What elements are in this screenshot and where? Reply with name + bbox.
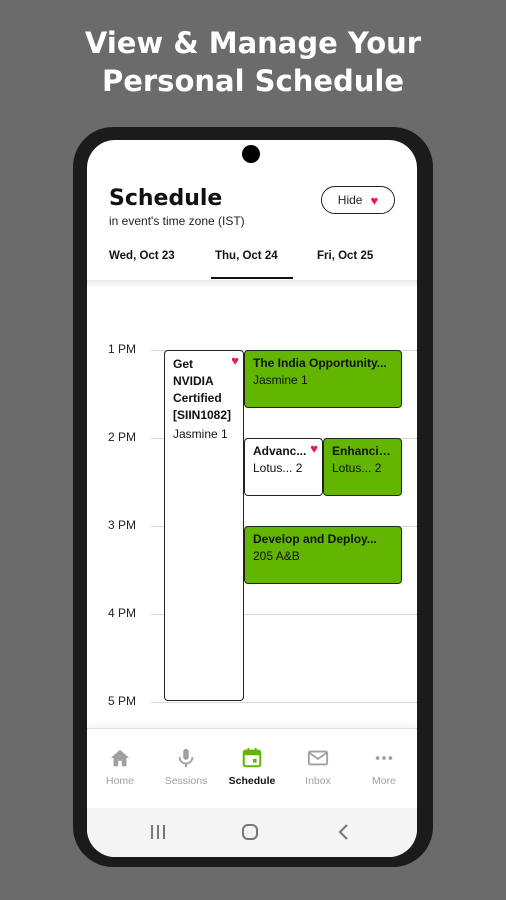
- more-icon: [375, 756, 393, 760]
- event-location: Jasmine 1: [253, 373, 308, 387]
- event-location: Lotus... 2: [253, 461, 303, 475]
- mail-icon: [307, 750, 329, 766]
- event-card[interactable]: Enhancing Lotus... 2: [323, 438, 402, 496]
- bottom-nav: Home Sessions Schedule Inbox More: [87, 728, 417, 809]
- promo-headline: View & Manage Your Personal Schedule: [0, 24, 506, 100]
- event-title: Get NVIDIA Certified [SIIN1082]: [173, 357, 232, 422]
- heart-icon: ♥: [370, 192, 379, 208]
- nav-sessions[interactable]: Sessions: [153, 747, 219, 787]
- microphone-icon: [178, 748, 194, 768]
- hide-button[interactable]: Hide ♥: [321, 186, 395, 214]
- event-location: Jasmine 1: [173, 427, 228, 441]
- nav-home[interactable]: Home: [87, 747, 153, 787]
- event-card[interactable]: Advanc... Lotus... 2 ♥: [244, 438, 323, 496]
- circle-home-icon[interactable]: [241, 823, 259, 841]
- back-icon[interactable]: [337, 823, 351, 841]
- nav-inbox[interactable]: Inbox: [285, 747, 351, 787]
- time-label-2pm: 2 PM: [108, 430, 137, 444]
- time-label-1pm: 1 PM: [108, 342, 137, 356]
- promo-line-1: View & Manage Your: [84, 26, 422, 60]
- recents-icon[interactable]: [149, 824, 167, 840]
- timezone-subtitle: in event's time zone (IST): [109, 214, 245, 228]
- nav-label: More: [372, 775, 396, 787]
- nav-schedule[interactable]: Schedule: [219, 747, 285, 787]
- event-title: Enhancing: [332, 444, 393, 458]
- time-label-5pm: 5 PM: [108, 694, 137, 708]
- hour-line: [151, 702, 417, 703]
- schedule-grid[interactable]: 1 PM 2 PM 3 PM 4 PM 5 PM Get NVIDIA Cert…: [87, 288, 417, 728]
- event-location: Lotus... 2: [332, 461, 382, 475]
- app-screen: Schedule in event's time zone (IST) Hide…: [87, 140, 417, 857]
- nav-label: Sessions: [164, 775, 208, 787]
- time-label-3pm: 3 PM: [108, 518, 137, 532]
- tab-thu-oct-24[interactable]: Thu, Oct 24: [215, 250, 278, 262]
- tabs-divider: [87, 280, 417, 288]
- tab-fri-oct-25[interactable]: Fri, Oct 25: [317, 250, 373, 262]
- event-title: Advanc...: [253, 444, 307, 458]
- event-card[interactable]: The India Opportunity... Jasmine 1: [244, 350, 402, 408]
- event-location: 205 A&B: [253, 549, 300, 563]
- active-tab-indicator: [211, 277, 293, 279]
- event-card[interactable]: Develop and Deploy... 205 A&B: [244, 526, 402, 584]
- tab-wed-oct-23[interactable]: Wed, Oct 23: [109, 250, 175, 262]
- event-card[interactable]: Get NVIDIA Certified [SIIN1082] Jasmine …: [164, 350, 244, 701]
- hide-button-label: Hide: [337, 193, 363, 207]
- system-nav-bar: [87, 808, 417, 857]
- time-label-4pm: 4 PM: [108, 606, 137, 620]
- date-tabs: Wed, Oct 23 Thu, Oct 24 Fri, Oct 25: [87, 240, 417, 278]
- calendar-icon: [242, 747, 262, 768]
- page-title: Schedule: [109, 186, 223, 211]
- camera-cutout: [242, 145, 260, 163]
- nav-label: Schedule: [228, 775, 276, 787]
- promo-line-2: Personal Schedule: [101, 64, 405, 98]
- heart-icon[interactable]: ♥: [231, 354, 239, 367]
- nav-more[interactable]: More: [351, 747, 417, 787]
- event-title: Develop and Deploy...: [253, 532, 377, 546]
- nav-label: Home: [105, 775, 134, 787]
- home-icon: [110, 749, 130, 767]
- nav-label: Inbox: [305, 775, 331, 787]
- event-title: The India Opportunity...: [253, 356, 387, 370]
- heart-icon[interactable]: ♥: [310, 442, 318, 455]
